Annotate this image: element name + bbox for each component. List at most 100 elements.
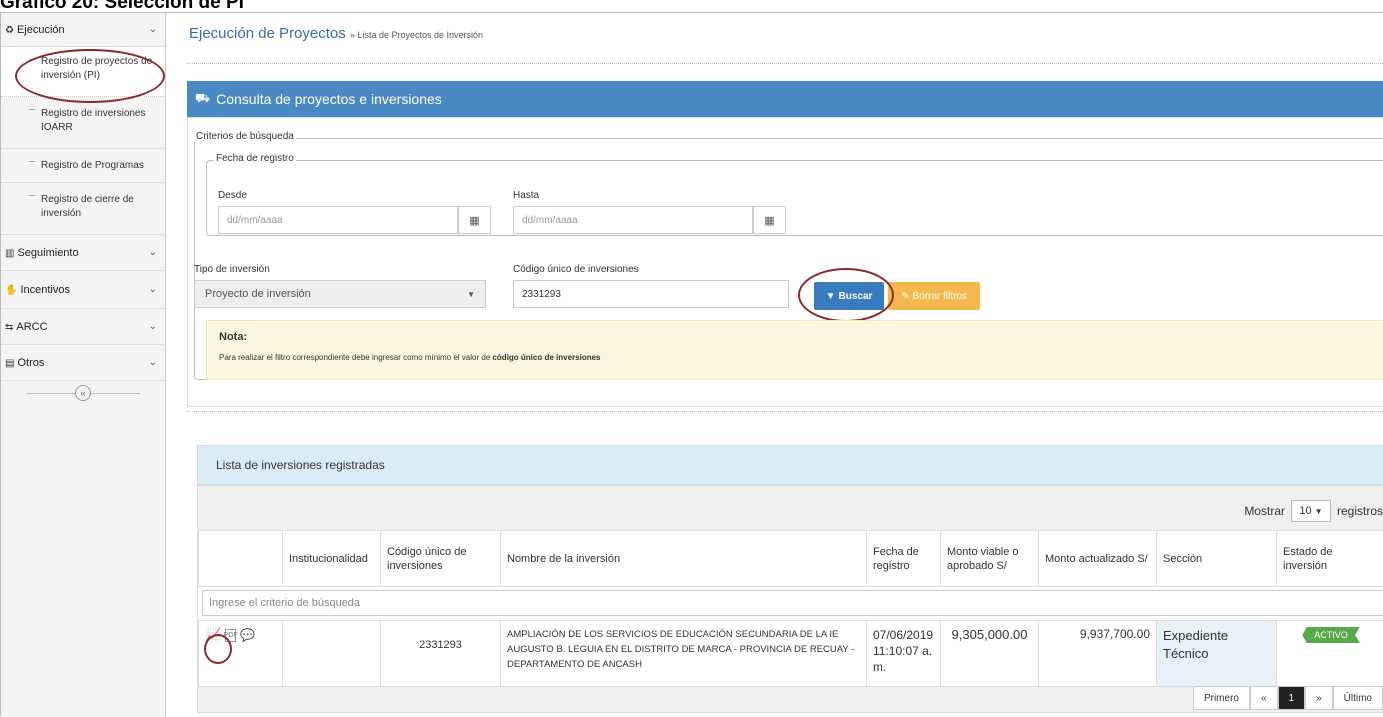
collapse-icon: « <box>75 385 91 401</box>
list-title: Lista de inversiones registradas <box>216 458 385 472</box>
bar-chart-icon: ▥ <box>5 248 14 259</box>
tipo-inversion-select[interactable]: Proyecto de inversión ▼ <box>194 280 486 308</box>
note-text-bold: código único de inversiones <box>492 353 600 362</box>
column-header[interactable]: Estado de inversión <box>1277 531 1383 587</box>
chevron-down-icon: ⌄ <box>149 357 157 368</box>
cell-codigo: 2331293 <box>381 621 501 687</box>
note-text-prefix: Para realizar el filtro correspondiente … <box>219 353 492 362</box>
hasta-label: Hasta <box>513 190 539 201</box>
pager-first[interactable]: Primero <box>1193 686 1250 710</box>
sidebar-item-registro-pi[interactable]: Registro de proyectos de inversión (PI) <box>1 47 165 97</box>
recycle-icon: ♻ <box>5 25 14 36</box>
filter-icon: ▼ <box>826 291 836 302</box>
column-header[interactable]: Código único de inversiones <box>381 531 501 587</box>
line-chart-icon[interactable]: 📈 <box>205 627 221 643</box>
row-actions: 📈 PDF 💬 <box>199 621 283 687</box>
codigo-input[interactable]: 2331293 <box>513 280 789 308</box>
ambulance-icon: ⛟ <box>195 91 210 107</box>
breadcrumb: Ejecución de Proyectos » Lista de Proyec… <box>189 25 483 42</box>
column-header[interactable]: Institucionalidad <box>283 531 381 587</box>
panel-title: Consulta de proyectos e inversiones <box>216 91 442 107</box>
sidebar-section-label: Incentivos <box>20 284 70 296</box>
sidebar-item-registro-programas[interactable]: Registro de Programas <box>1 149 165 183</box>
note-title: Nota: <box>219 331 247 343</box>
cell-estado: ACTIVO <box>1277 621 1383 687</box>
cell-seccion[interactable]: Expediente Técnico <box>1157 621 1277 687</box>
borrar-label: Borrar filtros <box>912 291 966 302</box>
cell-institucionalidad <box>283 621 381 687</box>
divider <box>187 411 1383 412</box>
desde-label: Desde <box>218 190 247 201</box>
page-size-control: Mostrar 10 ▼ registros <box>1244 500 1383 522</box>
date-legend: Fecha de registro <box>214 153 296 164</box>
table-header-row: Institucionalidad Código único de invers… <box>199 531 1383 587</box>
column-header[interactable]: Fecha de registro <box>867 531 941 587</box>
page-size-value: 10 <box>1299 505 1311 517</box>
cell-monto-viable: 9,305,000.00 <box>941 621 1039 687</box>
divider <box>187 63 1383 64</box>
panel-header: ⛟ Consulta de proyectos e inversiones <box>187 81 1383 117</box>
app-window: ♻Ejecución ⌄ Registro de proyectos de in… <box>0 12 1383 716</box>
sidebar-section-incentivos[interactable]: ✋Incentivos ⌄ <box>1 271 165 309</box>
sidebar-item-label: Registro de Programas <box>41 160 144 171</box>
table-row: 📈 PDF 💬 2331293 AMPLIACIÓN DE LOS SERVIC… <box>199 621 1383 687</box>
comment-icon[interactable]: 💬 <box>240 628 255 642</box>
cell-monto-actualizado: 9,937,700.00 <box>1039 621 1157 687</box>
sidebar: ♻Ejecución ⌄ Registro de proyectos de in… <box>1 13 166 717</box>
hasta-date-input[interactable]: dd/mm/aaaa <box>513 206 753 234</box>
pagination: Primero « 1 » Último <box>1193 686 1383 710</box>
sidebar-section-otros[interactable]: ▤Otros ⌄ <box>1 345 165 381</box>
column-header-actions <box>199 531 283 587</box>
pager-next[interactable]: » <box>1305 686 1333 710</box>
document-title: Gráfico 20: Selección de PI <box>0 0 244 12</box>
sidebar-item-label: Registro de proyectos de inversión (PI) <box>41 56 152 81</box>
main-content: Ejecución de Proyectos » Lista de Proyec… <box>177 13 1383 717</box>
breadcrumb-main[interactable]: Ejecución de Proyectos <box>189 25 346 42</box>
column-header[interactable]: Nombre de la inversión <box>501 531 867 587</box>
dropdown-arrow-icon: ▼ <box>1315 507 1323 516</box>
calendar-icon[interactable]: ▦ <box>458 206 491 234</box>
sidebar-section-seguimiento[interactable]: ▥Seguimiento ⌄ <box>1 235 165 271</box>
mostrar-label: Mostrar <box>1244 504 1285 518</box>
sidebar-collapse-toggle[interactable]: « <box>1 381 165 405</box>
chevron-down-icon: ⌄ <box>149 24 157 35</box>
pager-current[interactable]: 1 <box>1278 686 1306 710</box>
cell-nombre: AMPLIACIÓN DE LOS SERVICIOS DE EDUCACIÓN… <box>501 621 867 687</box>
sidebar-section-label: Ejecución <box>17 24 65 36</box>
sidebar-section-ejecucion[interactable]: ♻Ejecución ⌄ <box>1 13 165 47</box>
codigo-label: Código único de inversiones <box>513 264 639 275</box>
search-panel: Criterios de búsqueda Fecha de registro … <box>187 117 1383 407</box>
document-icon: ▤ <box>5 358 14 369</box>
table-search-input[interactable]: Ingrese el criterio de búsqueda <box>202 590 1383 616</box>
calendar-icon[interactable]: ▦ <box>753 206 786 234</box>
sidebar-item-label: Registro de inversiones IOARR <box>41 108 146 133</box>
chevron-down-icon: ⌄ <box>149 247 157 258</box>
list-header: Lista de inversiones registradas <box>197 445 1383 485</box>
pdf-icon[interactable]: PDF <box>225 629 236 642</box>
criteria-legend: Criterios de búsqueda <box>194 131 296 142</box>
column-header[interactable]: Monto actualizado S/ <box>1039 531 1157 587</box>
eraser-icon: ✎ <box>901 291 909 302</box>
chevron-down-icon: ⌄ <box>149 284 157 295</box>
note-text: Para realizar el filtro correspondiente … <box>219 353 601 362</box>
thumbs-up-icon: ✋ <box>5 285 17 296</box>
borrar-filtros-button[interactable]: ✎Borrar filtros <box>888 282 980 310</box>
column-header[interactable]: Monto viable o aprobado S/ <box>941 531 1039 587</box>
pager-prev[interactable]: « <box>1250 686 1278 710</box>
sidebar-section-label: Otros <box>17 357 44 369</box>
tipo-inversion-value: Proyecto de inversión <box>205 288 311 300</box>
pager-last[interactable]: Último <box>1333 686 1383 710</box>
sidebar-item-registro-cierre[interactable]: Registro de cierre de inversión <box>1 183 165 235</box>
buscar-button[interactable]: ▼Buscar <box>814 282 884 310</box>
registros-label: registros <box>1337 504 1383 518</box>
tipo-inversion-label: Tipo de inversión <box>194 264 270 275</box>
page-size-select[interactable]: 10 ▼ <box>1291 500 1331 522</box>
exchange-icon: ⇆ <box>5 322 13 333</box>
desde-date-input[interactable]: dd/mm/aaaa <box>218 206 458 234</box>
sidebar-item-registro-ioarr[interactable]: Registro de inversiones IOARR <box>1 97 165 149</box>
sidebar-item-label: Registro de cierre de inversión <box>41 194 134 219</box>
note-box: Nota: Para realizar el filtro correspond… <box>206 320 1383 380</box>
column-header[interactable]: Sección <box>1157 531 1277 587</box>
sidebar-section-arcc[interactable]: ⇆ARCC ⌄ <box>1 309 165 345</box>
buscar-label: Buscar <box>839 291 873 302</box>
